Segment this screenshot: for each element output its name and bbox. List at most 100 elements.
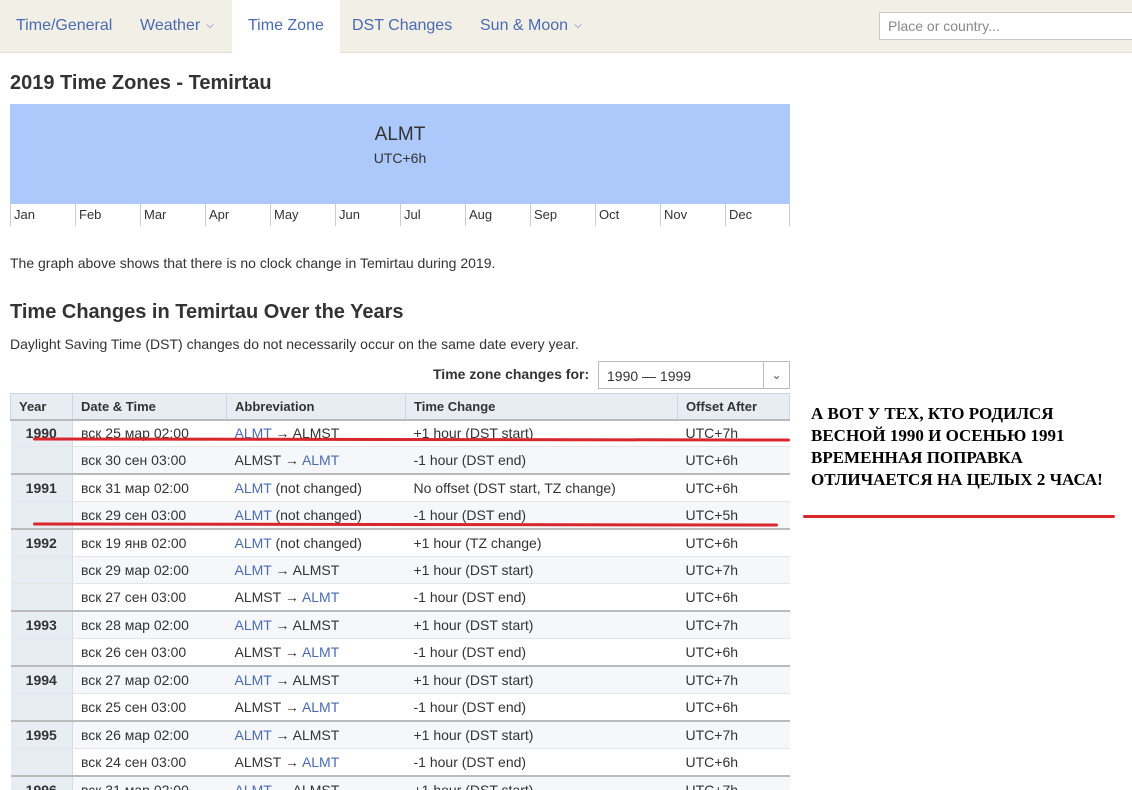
column-header: Year (10, 393, 73, 420)
year-cell: 1996 (10, 774, 73, 790)
year-cell (10, 693, 73, 722)
month-label: Dec (725, 204, 790, 226)
abbreviation-text: ALMST → (234, 644, 299, 661)
time-change-cell: +1 hour (DST start) (405, 556, 678, 585)
time-change-cell: No offset (DST start, TZ change) (405, 473, 678, 503)
time-change-cell: -1 hour (DST end) (405, 446, 678, 475)
time-changes-table: Year Date & Time Abbreviation Time Chang… (10, 393, 790, 790)
abbreviation-text: ALMST → (234, 698, 299, 715)
page-title: 2019 Time Zones - Temirtau (10, 72, 272, 94)
date-cell: вск 25 сен 03:00 (72, 693, 227, 722)
abbreviation-link[interactable]: ALMT (302, 589, 339, 605)
abbreviation-link[interactable]: ALMT (302, 699, 339, 715)
search-input[interactable] (879, 12, 1132, 40)
top-navigation: Time/General Weather ⌵ Time Zone DST Chan… (0, 0, 1132, 54)
nav-label: Time/General (16, 17, 113, 34)
chevron-down-icon: ⌵ (206, 20, 214, 31)
offset-after-cell: UTC+6h (677, 583, 790, 612)
abbreviation-link[interactable]: ALMT (235, 782, 272, 790)
abbreviation-text: → ALMST (275, 562, 340, 579)
nav-time-zone[interactable]: Time Zone (232, 0, 340, 54)
abbreviation-link[interactable]: ALMT (235, 727, 272, 743)
date-cell: вск 27 сен 03:00 (72, 583, 227, 612)
abbreviation-link[interactable]: ALMT (302, 754, 339, 770)
date-cell: вск 31 мар 02:00 (72, 473, 227, 503)
chevron-down-icon: ⌵ (574, 20, 582, 31)
abbreviation-text: ALMST → (234, 589, 299, 606)
offset-after-cell: UTC+7h (677, 719, 790, 749)
graph-note: The graph above shows that there is no c… (10, 255, 496, 271)
chevron-down-icon[interactable]: ⌄ (763, 362, 789, 388)
nav-label: Sun & Moon (480, 17, 569, 34)
abbreviation-text: (not changed) (275, 507, 362, 524)
time-change-cell: +1 hour (DST start) (405, 418, 678, 448)
table-row: 1990 вск 25 мар 02:00 ALMT → ALMST +1 hour … (10, 418, 790, 448)
abbreviation-cell: ALMST → ALMT (226, 693, 406, 722)
table-row: вск 27 сен 03:00 ALMST → ALMT -1 hour (DST… (10, 583, 790, 612)
abbreviation-text: → ALMST (275, 617, 340, 634)
time-change-cell: -1 hour (DST end) (405, 748, 678, 777)
month-label: Nov (660, 204, 725, 226)
abbreviation-cell: ALMT → ALMST (226, 610, 406, 640)
nav-time-general[interactable]: Time/General (0, 0, 128, 53)
nav-dst-changes[interactable]: DST Changes (336, 0, 468, 53)
date-cell: вск 24 сен 03:00 (72, 748, 227, 777)
table-row: 1995 вск 26 мар 02:00 ALMT → ALMST +1 hour … (10, 719, 790, 749)
nav-label: Time Zone (248, 17, 324, 34)
abbreviation-text: (not changed) (275, 535, 362, 551)
abbreviation-cell: ALMT → ALMST (226, 774, 406, 790)
time-change-cell: -1 hour (DST end) (405, 583, 678, 612)
table-row: 1992 вск 19 янв 02:00 ALMT (not changed) +1… (10, 528, 790, 557)
offset-after-cell: UTC+6h (677, 528, 790, 557)
year-cell: 1993 (10, 610, 73, 640)
abbreviation-link[interactable]: ALMT (235, 480, 272, 496)
offset-after-cell: UTC+7h (677, 610, 790, 640)
abbreviation-link[interactable]: ALMT (302, 452, 339, 468)
year-cell (10, 748, 73, 777)
year-cell: 1991 (10, 473, 73, 503)
section-title: Time Changes in Temirtau Over the Years (10, 301, 404, 323)
column-header: Time Change (405, 393, 678, 420)
month-label: May (270, 204, 335, 226)
decade-select[interactable]: 1990 — 1999 ⌄ (598, 361, 790, 389)
date-cell: вск 26 мар 02:00 (72, 719, 227, 749)
nav-label: Weather (140, 17, 201, 34)
abbreviation-cell: ALMT (not changed) (226, 473, 406, 503)
year-cell (10, 446, 73, 475)
abbreviation-text: ALMST → (234, 452, 299, 469)
time-change-cell: +1 hour (DST start) (405, 719, 678, 749)
month-label: Feb (75, 204, 140, 226)
column-header: Date & Time (72, 393, 227, 420)
section-description: Daylight Saving Time (DST) changes do no… (10, 336, 579, 352)
abbreviation-link[interactable]: ALMT (235, 672, 272, 688)
abbreviation-link[interactable]: ALMT (235, 535, 272, 551)
abbreviation-link[interactable]: ALMT (235, 562, 272, 578)
month-label: Jun (335, 204, 400, 226)
nav-weather[interactable]: Weather ⌵ (124, 0, 230, 53)
table-row: вск 24 сен 03:00 ALMST → ALMT -1 hour (DST… (10, 748, 790, 777)
date-cell: вск 30 сен 03:00 (72, 446, 227, 475)
table-header-row: Year Date & Time Abbreviation Time Chang… (10, 393, 790, 420)
time-change-cell: -1 hour (DST end) (405, 638, 678, 667)
column-header: Offset After (677, 393, 790, 420)
abbreviation-text: (not changed) (275, 480, 362, 497)
timezone-abbr: ALMT (374, 124, 426, 145)
year-cell: 1994 (10, 665, 73, 694)
time-change-cell: +1 hour (DST start) (405, 610, 678, 640)
abbreviation-cell: ALMT (not changed) (226, 528, 406, 557)
abbreviation-link[interactable]: ALMT (235, 617, 272, 633)
month-axis: Jan Feb Mar Apr May Jun Jul Aug Sep Oct … (10, 204, 790, 226)
abbreviation-link[interactable]: ALMT (302, 644, 339, 660)
column-header: Abbreviation (226, 393, 406, 420)
year-cell: 1992 (10, 528, 73, 557)
annotation-underline (803, 515, 1115, 518)
abbreviation-cell: ALMST → ALMT (226, 748, 406, 777)
timezone-bar: ALMT UTC+6h (10, 104, 790, 204)
abbreviation-text: → ALMST (275, 671, 340, 688)
abbreviation-link[interactable]: ALMT (235, 507, 272, 523)
year-cell (10, 583, 73, 612)
offset-after-cell: UTC+7h (677, 556, 790, 585)
month-label: Apr (205, 204, 270, 226)
nav-sun-moon[interactable]: Sun & Moon ⌵ (464, 0, 598, 53)
timezone-offset: UTC+6h (373, 150, 427, 166)
